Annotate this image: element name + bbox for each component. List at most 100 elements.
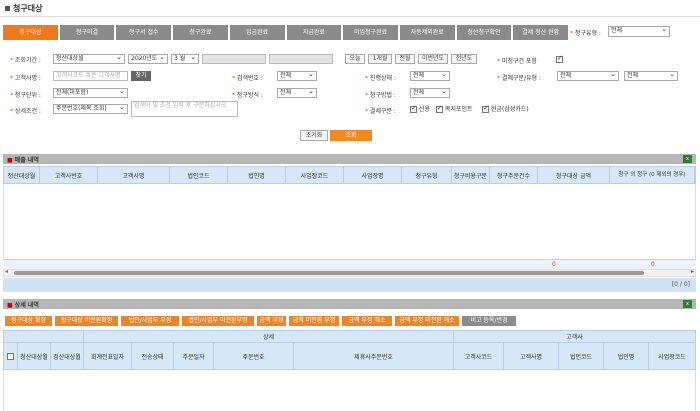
last-year-button[interactable]: 전년도	[451, 54, 477, 64]
approval-type-label: * 결제구분/유형 :	[497, 75, 541, 82]
col-header[interactable]: 법인명	[604, 343, 649, 369]
detail-grid-columns: 청산대상월 정산대상월 회계전표일자 전송상태 주문일자 주문번호 제휴사주문번…	[3, 342, 696, 370]
col-header[interactable]: 청산대상월	[18, 343, 51, 369]
settle-credit-option[interactable]: 신용	[410, 104, 430, 113]
select-all-checkbox[interactable]	[7, 352, 14, 360]
one-month-button[interactable]: 1개월	[368, 54, 392, 64]
amount-deny-unconverted-resolve-button[interactable]: 금액 부정 미전환 해소	[395, 316, 459, 326]
settle-type-label: * 결제구분 :	[365, 108, 396, 115]
claim-type-select[interactable]: 전체	[608, 26, 670, 37]
col-header[interactable]: 사업장코드	[649, 343, 695, 369]
customer-name-label: * 고객사명 :	[10, 75, 41, 82]
contract-no-select[interactable]: 전체	[277, 71, 317, 81]
settle-cash-checkbox[interactable]	[482, 104, 489, 113]
col-header[interactable]: 고객사코드	[454, 343, 504, 369]
col-header[interactable]: 청산대상월	[4, 167, 40, 183]
col-header[interactable]: 사업장코드	[286, 167, 344, 183]
tab-auto-excluded[interactable]: 자동제외완료	[399, 25, 455, 40]
settle-welfare-checkbox[interactable]	[436, 104, 443, 113]
group-header-customer: 고객사	[566, 334, 583, 341]
tab-claim-pending[interactable]: 청구미결	[59, 25, 115, 40]
claim-path-select[interactable]: 전체	[410, 88, 450, 98]
scroll-thumb[interactable]	[14, 271, 644, 275]
settle-cash-option[interactable]: 현금(삼성카드)	[482, 104, 529, 113]
detail-grid-title: ■ 상세 내역	[7, 302, 39, 309]
sales-grid-summary: 0 0	[3, 259, 696, 269]
contract-incl-label: * 미청구건 포함	[497, 58, 537, 65]
horizontal-scrollbar[interactable]: ◂ ▸	[3, 268, 696, 277]
col-header[interactable]: 주문일자	[174, 343, 214, 369]
scroll-left-icon[interactable]: ◂	[5, 268, 8, 275]
date-to-input[interactable]	[269, 54, 333, 64]
month-select[interactable]: 3 월	[171, 54, 199, 64]
tab-payment-complete[interactable]: 지급완료	[286, 25, 342, 40]
settle-welfare-option[interactable]: 복지포인트	[436, 104, 473, 113]
amount-deny-unconverted-button[interactable]: 금액 미전환 부정	[289, 316, 339, 326]
tab-settle-status[interactable]: 결제 청산 현황	[513, 25, 569, 40]
tab-claim-complete[interactable]: 청구완료	[173, 25, 228, 40]
excel-download-icon[interactable]: x	[683, 300, 692, 308]
period-basis-select[interactable]: 청산대상월	[53, 54, 125, 64]
col-header[interactable]: 정산대상월	[51, 343, 84, 369]
page-title: 청구대상	[5, 3, 42, 14]
col-header[interactable]: 청구비용구분	[452, 167, 490, 183]
scroll-right-icon[interactable]: ▸	[691, 268, 694, 275]
col-header[interactable]: 고객사명	[98, 167, 170, 183]
col-header[interactable]: 법인코드	[170, 167, 228, 183]
customer-find-button[interactable]: 찾기	[131, 71, 151, 81]
tab-unpaid-complete[interactable]: 미입청구완료	[343, 25, 398, 40]
col-header[interactable]: 법인코드	[559, 343, 604, 369]
sales-grid-paging-bar: [0 / 0]	[3, 278, 696, 292]
col-header[interactable]: 회계전표일자	[84, 343, 132, 369]
col-header[interactable]: 주문번호	[214, 343, 294, 369]
approval-type-select-1[interactable]: 전체	[557, 71, 619, 81]
col-header[interactable]: 고객사번호	[40, 167, 98, 183]
today-button[interactable]: 오늘	[345, 54, 365, 64]
tab-settle-confirm[interactable]: 청산청구확인	[456, 25, 512, 40]
confirm-claim-button[interactable]: 청구대상 확정	[5, 316, 52, 326]
sum-claim-count: 0	[552, 261, 556, 268]
col-header[interactable]: 청구 외 청구 (0 제외의 경우)	[610, 167, 695, 183]
this-year-button[interactable]: 이번년도	[418, 54, 448, 64]
detail-cond-select[interactable]: 주문번호(제목 조회)	[53, 104, 128, 114]
detail-cond-textarea[interactable]: 검색어 및 조건 입력 후 구분하십시오	[131, 101, 238, 117]
claim-unit-select[interactable]: 전체(미포함)	[53, 88, 128, 98]
tab-claim-received[interactable]: 청구서 접수	[116, 25, 172, 40]
col-header[interactable]: 전송상태	[132, 343, 174, 369]
tab-deposit-complete[interactable]: 입금완료	[229, 25, 285, 40]
corp-deny-unconverted-button[interactable]: 법인/사업부 미전환부정	[182, 316, 254, 326]
corp-deny-button[interactable]: 법인/사업부 부정	[121, 316, 179, 326]
amount-deny-resolve-button[interactable]: 금액 부정 해소	[342, 316, 392, 326]
approval-type-select-2[interactable]: 전체	[624, 71, 678, 81]
col-header[interactable]: 제휴사주문번호	[294, 343, 454, 369]
col-header[interactable]: 청구주문건수	[490, 167, 538, 183]
col-header[interactable]: 청구대상 금액	[538, 167, 610, 183]
search-button[interactable]: 조회	[330, 130, 372, 141]
settle-credit-checkbox[interactable]	[410, 104, 417, 113]
col-header[interactable]: 사업장명	[344, 167, 402, 183]
confirm-claim-unconverted-button[interactable]: 청구대상 미전환확정	[55, 316, 118, 326]
contract-incl-checkbox[interactable]	[556, 54, 563, 63]
sum-claim-amount: 0	[651, 261, 655, 268]
col-header[interactable]: 청구유형	[402, 167, 452, 183]
claim-method-select[interactable]: 전체	[277, 88, 317, 98]
detail-grid-group-header: 상세 고객사	[3, 330, 696, 342]
sales-grid-title: ■ 매출 내역	[7, 157, 39, 164]
sales-grid-columns: 청산대상월 고객사번호 고객사명 법인코드 법인명 사업장코드 사업장명 청구유…	[3, 166, 696, 184]
progress-status-select[interactable]: 전체	[410, 71, 450, 81]
contract-no-label: * 검색번호 :	[232, 75, 263, 82]
year-select[interactable]: 2020년도	[128, 54, 168, 64]
col-header[interactable]: 법인명	[228, 167, 286, 183]
amount-deny-button[interactable]: 금액 부정	[257, 316, 286, 326]
tab-claim-target[interactable]: 청구대상	[3, 25, 58, 40]
date-from-input[interactable]	[202, 54, 266, 64]
col-header[interactable]: 고객사명	[504, 343, 559, 369]
last-month-button[interactable]: 전월	[395, 54, 415, 64]
remark-edit-button[interactable]: 비고 등록/변경	[462, 316, 516, 326]
detail-cond-label: * 상세조건 :	[10, 108, 41, 115]
excel-download-icon[interactable]: x	[683, 155, 692, 163]
reset-button[interactable]: 초기화	[300, 130, 328, 141]
select-all-cell[interactable]	[4, 343, 18, 369]
claim-path-label: * 청구방법 :	[365, 92, 396, 99]
customer-name-input[interactable]: 고객사코드 혹은 고객사명	[53, 71, 128, 81]
